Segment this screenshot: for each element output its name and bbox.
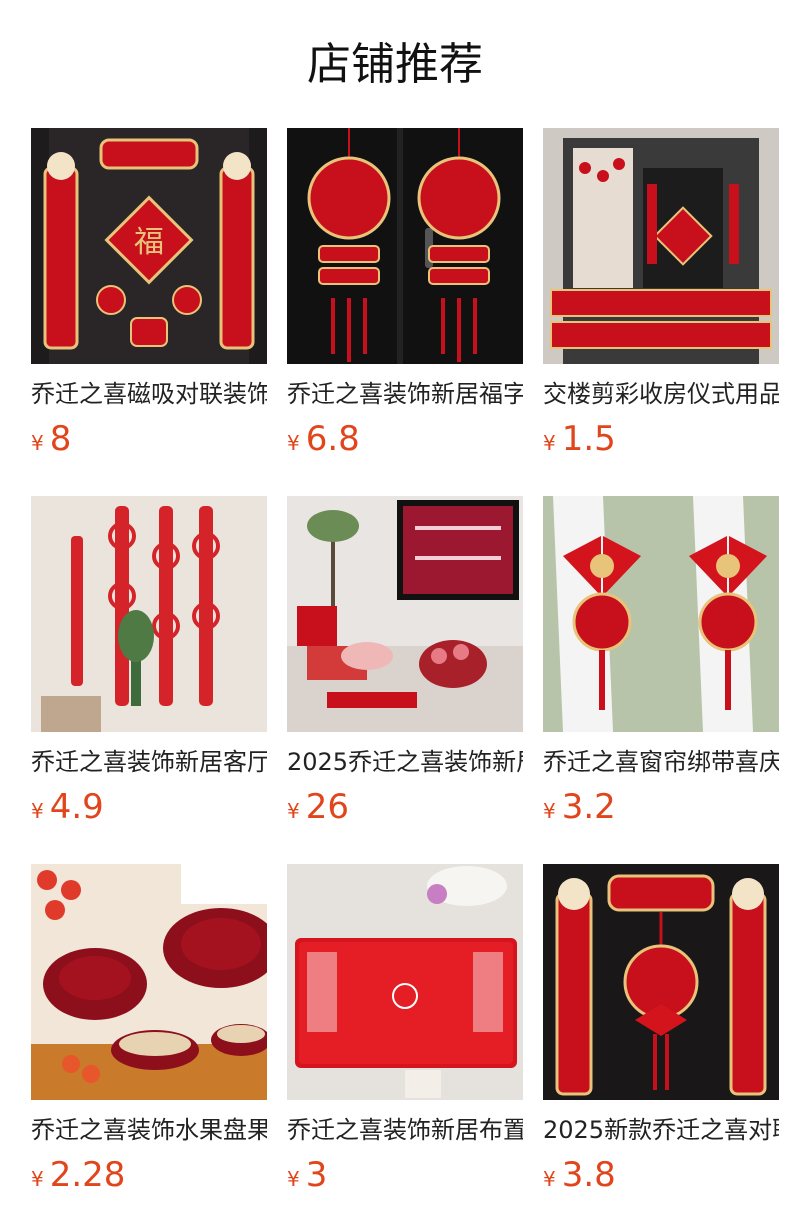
product-card[interactable]: 乔迁之喜装饰新居布置地垫 ¥3 (287, 864, 523, 1221)
currency-symbol: ¥ (543, 431, 556, 455)
product-card[interactable]: 乔迁之喜窗帘绑带喜庆 ¥3.2 (543, 496, 779, 853)
product-name[interactable]: 乔迁之喜装饰新居福字挂件 (287, 377, 523, 411)
product-name[interactable]: 2025新款乔迁之喜对联 (543, 1113, 779, 1147)
product-grid: 福 乔迁之喜磁吸对联装饰 ¥8 乔迁之喜装饰新居福字 ¥ 6.8 交楼剪彩收房仪… (31, 128, 779, 1221)
product-name[interactable]: 乔迁之喜装饰水果盘果盘 (31, 1113, 267, 1147)
product-image[interactable] (543, 128, 779, 364)
price-value: 3 (305, 1155, 328, 1195)
product-card[interactable]: 交楼剪彩收房仪式用品 ¥1.5 (543, 128, 779, 485)
product-price: ¥4.9 (31, 785, 267, 829)
currency-symbol: ¥ (287, 1167, 300, 1191)
product-image[interactable] (287, 128, 523, 364)
product-card[interactable]: 乔迁之喜装饰新居客厅挂件 ¥4.9 (31, 496, 267, 853)
price-value: 26 (305, 787, 349, 827)
currency-symbol: ¥ (287, 799, 300, 823)
product-price: ¥26 (287, 785, 523, 829)
product-image[interactable] (543, 496, 779, 732)
product-price: ¥2.28 (31, 1153, 267, 1197)
currency-symbol: ¥ (31, 799, 44, 823)
product-name[interactable]: 乔迁之喜磁吸对联装饰 (31, 377, 267, 411)
price-value: 2.28 (49, 1155, 126, 1195)
product-name[interactable]: 乔迁之喜装饰新居客厅挂件 (31, 745, 267, 779)
product-card[interactable]: 福 乔迁之喜磁吸对联装饰 ¥8 (31, 128, 267, 485)
product-card[interactable]: 乔迁之喜装饰新居福字挂件 ¥6.8 (287, 128, 523, 485)
currency-symbol: ¥ (31, 1167, 44, 1191)
price-value: 1.5 (561, 419, 616, 459)
product-image[interactable] (287, 864, 523, 1100)
product-name[interactable]: 乔迁之喜装饰新居布置地垫 (287, 1113, 523, 1147)
product-image[interactable] (287, 496, 523, 732)
product-image[interactable]: 福 (31, 128, 267, 364)
product-image[interactable] (543, 864, 779, 1100)
price-value: 3.2 (561, 787, 616, 827)
product-name[interactable]: 交楼剪彩收房仪式用品 (543, 377, 779, 411)
product-price: ¥8 (31, 417, 267, 461)
price-value: 8 (49, 419, 72, 459)
currency-symbol: ¥ (287, 431, 300, 455)
product-price: ¥3.8 (543, 1153, 779, 1197)
currency-symbol: ¥ (543, 799, 556, 823)
currency-symbol: ¥ (31, 431, 44, 455)
product-name[interactable]: 2025乔迁之喜装饰新居 (287, 745, 523, 779)
product-name[interactable]: 乔迁之喜窗帘绑带喜庆 (543, 745, 779, 779)
product-price: ¥3 (287, 1153, 523, 1197)
product-card[interactable]: 乔迁之喜装饰水果盘果盘 ¥2.28 (31, 864, 267, 1221)
price-value: 6.8 (305, 419, 360, 459)
price-value: 3.8 (561, 1155, 616, 1195)
svg-text:福: 福 (134, 225, 164, 260)
page-title: 店铺推荐 (307, 39, 483, 90)
product-price: ¥1.5 (543, 417, 779, 461)
product-card[interactable]: 2025乔迁之喜装饰新居 ¥26 (287, 496, 523, 853)
product-price: ¥6.8 (287, 417, 523, 461)
product-image[interactable] (31, 496, 267, 732)
currency-symbol: ¥ (543, 1167, 556, 1191)
product-card[interactable]: 2025新款乔迁之喜对联 ¥3.8 (543, 864, 779, 1221)
product-image[interactable] (31, 864, 267, 1100)
price-value: 4.9 (49, 787, 104, 827)
product-price: ¥3.2 (543, 785, 779, 829)
